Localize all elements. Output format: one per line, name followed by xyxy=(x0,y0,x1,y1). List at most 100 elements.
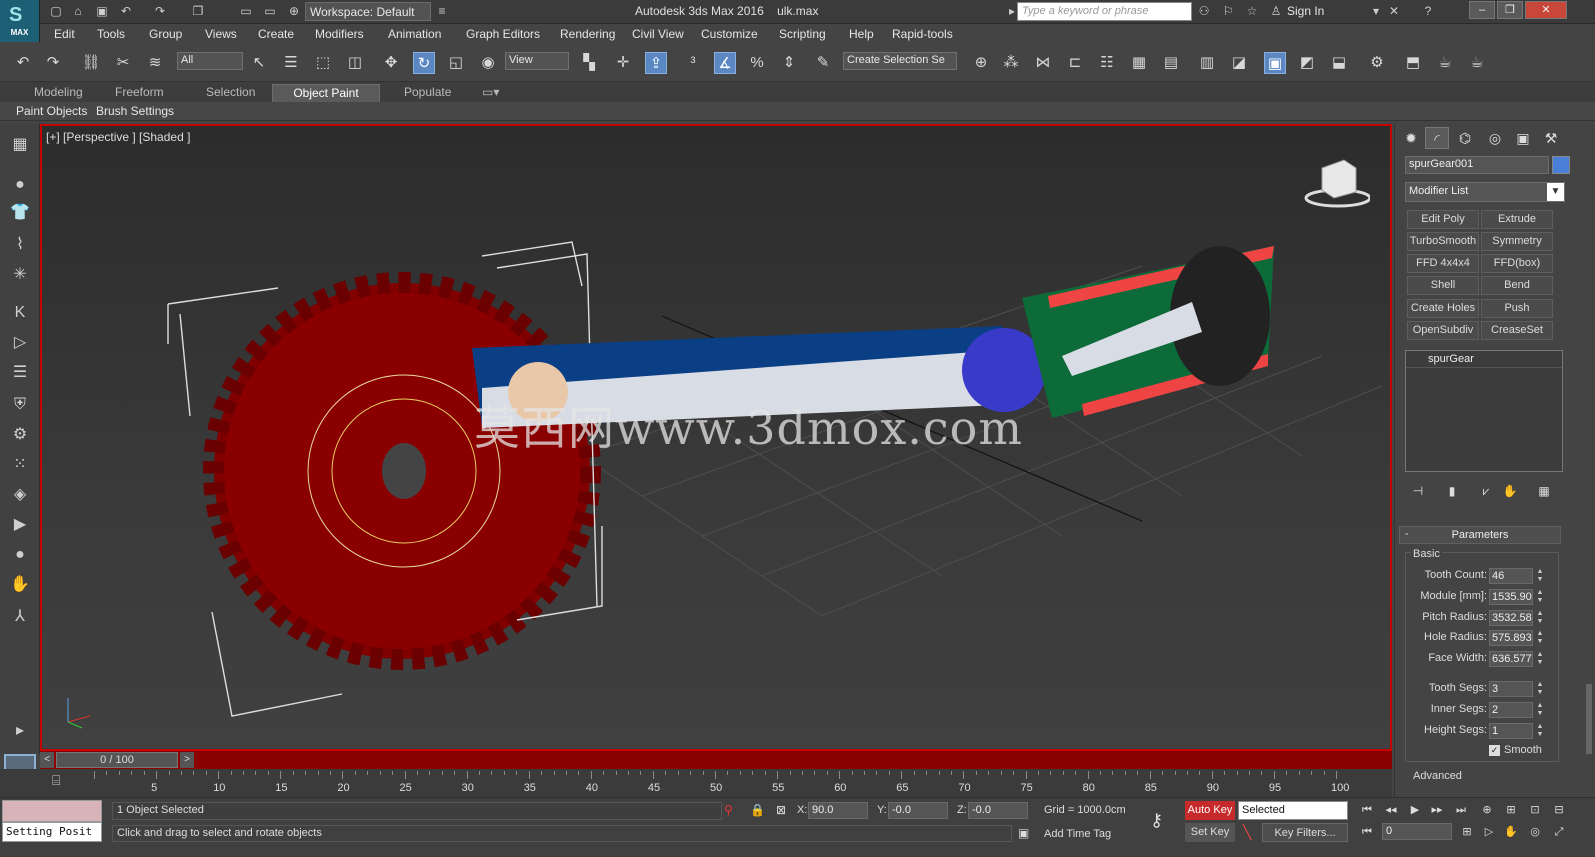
stack-item[interactable]: spurGear xyxy=(1406,352,1562,368)
spinner-icon[interactable]: ▲ ▼ xyxy=(1535,589,1545,605)
show-end-result-icon[interactable]: ▮ xyxy=(1443,482,1461,500)
menu-tools[interactable]: Tools xyxy=(97,27,125,41)
maximize-button[interactable]: ❐ xyxy=(1497,1,1523,19)
pan-view-icon[interactable]: ✋ xyxy=(1502,823,1520,841)
panel-paint-objects[interactable]: Paint Objects xyxy=(16,104,87,118)
zoom-all-icon[interactable]: ⊞ xyxy=(1502,801,1520,819)
tab-selection[interactable]: Selection xyxy=(198,84,263,102)
ribbon-options-icon[interactable]: ▭▾ xyxy=(474,84,507,102)
spinner-icon[interactable]: ▲ ▼ xyxy=(1535,651,1545,667)
mod-symmetry-button[interactable]: Symmetry xyxy=(1481,232,1553,251)
undo-icon[interactable]: ↶ xyxy=(118,4,134,19)
key-filters-button[interactable]: Key Filters... xyxy=(1262,823,1348,842)
favorites-star-icon[interactable]: ☆ xyxy=(1244,4,1260,19)
place-icon[interactable]: ◉ xyxy=(477,52,499,74)
key-mode-dropdown[interactable]: Selected xyxy=(1238,801,1348,820)
cloth-icon[interactable]: 👕 xyxy=(8,202,32,224)
spinner-icon[interactable]: ▲ ▼ xyxy=(1535,723,1545,739)
height-segs-field[interactable]: 1 xyxy=(1489,723,1533,739)
link-icon[interactable]: ⛓ xyxy=(80,52,102,74)
particles-icon[interactable]: ✳ xyxy=(8,264,32,286)
redo-icon[interactable]: ↷ xyxy=(42,52,64,74)
modifier-play-icon[interactable]: ▷ xyxy=(8,332,32,354)
tab-object-paint[interactable]: Object Paint xyxy=(272,84,380,102)
spinner-icon[interactable]: ▲ ▼ xyxy=(1535,610,1545,626)
viewport-label[interactable]: [+] [Perspective ] [Shaded ] xyxy=(46,130,190,144)
named-selection-set-dropdown[interactable]: Create Selection Se xyxy=(843,52,957,70)
axis-icon[interactable]: ⅄ xyxy=(8,606,32,628)
shield-icon[interactable]: ⛨ xyxy=(8,394,32,416)
collapse-icon[interactable]: - xyxy=(1405,528,1409,540)
window-icon[interactable]: ▭ xyxy=(238,4,254,19)
mod-edit-poly-button[interactable]: Edit Poly xyxy=(1407,210,1479,229)
rendered-frame-icon[interactable]: ◩ xyxy=(1296,52,1318,74)
window-crossing-icon[interactable]: ◫ xyxy=(344,52,366,74)
set-key-button[interactable]: Set Key xyxy=(1185,823,1235,842)
bind-spacewarp-icon[interactable]: ≋ xyxy=(144,52,166,74)
mod-push-button[interactable]: Push xyxy=(1481,299,1553,318)
menu-modifiers[interactable]: Modifiers xyxy=(315,27,364,41)
tooth-segs-field[interactable]: 3 xyxy=(1489,681,1533,697)
inner-segs-field[interactable]: 2 xyxy=(1489,702,1533,718)
help-search-input[interactable]: Type a keyword or phrase xyxy=(1017,2,1192,21)
expand-arrow-icon[interactable]: ▸ xyxy=(8,720,32,742)
menu-edit[interactable]: Edit xyxy=(54,27,75,41)
menu-customize[interactable]: Customize xyxy=(701,27,758,41)
mirror-target-icon[interactable]: ⊕ xyxy=(970,52,992,74)
go-to-end-icon[interactable]: ⏭ xyxy=(1452,801,1470,819)
next-key-icon[interactable]: ▸▸ xyxy=(1428,801,1446,819)
binoculars-icon[interactable]: ⚇ xyxy=(1196,4,1212,19)
key-icon[interactable]: ⚷ xyxy=(1150,810,1163,831)
hdri-icon[interactable]: ◈ xyxy=(8,484,32,506)
maxscript-output[interactable]: Setting Posit xyxy=(2,822,102,842)
field-of-view-icon[interactable]: ▷ xyxy=(1480,823,1498,841)
menu-rendering[interactable]: Rendering xyxy=(560,27,615,41)
workspace-dropdown[interactable]: Workspace: Default xyxy=(305,2,431,21)
snaps-toggle-icon[interactable]: ³ xyxy=(682,52,704,74)
add-time-tag[interactable]: Add Time Tag xyxy=(1044,828,1111,840)
isolate-icon[interactable]: ⚲ xyxy=(724,803,733,817)
pivot-center-icon[interactable]: ▚ xyxy=(578,52,600,74)
face-width-field[interactable]: 636.577 xyxy=(1489,651,1533,667)
curve-editor-icon[interactable]: ⌸ xyxy=(52,772,60,789)
menu-scripting[interactable]: Scripting xyxy=(779,27,826,41)
orbit-icon[interactable]: ● xyxy=(8,544,32,566)
tube-icon[interactable]: ⌇ xyxy=(8,234,32,256)
lock-icon[interactable]: 🔒 xyxy=(750,803,765,817)
mirror-icon[interactable]: ⋈ xyxy=(1032,52,1054,74)
module-field[interactable]: 1535.90 xyxy=(1489,589,1533,605)
track-bar[interactable] xyxy=(0,769,1392,797)
pin-stack-icon[interactable]: ⊣ xyxy=(1409,482,1427,500)
menu-civil-view[interactable]: Civil View xyxy=(632,27,684,41)
modifier-stack[interactable]: spurGear xyxy=(1405,350,1563,472)
set-key-icon[interactable]: ╲ xyxy=(1243,824,1251,841)
open-file-icon[interactable]: ⌂ xyxy=(70,4,86,19)
display-tab-icon[interactable]: ▣ xyxy=(1511,127,1535,149)
modifier-list-icon[interactable]: ☰ xyxy=(8,362,32,384)
spinner-snap-icon[interactable]: ⇕ xyxy=(778,52,800,74)
key-mode-toggle-icon[interactable]: ⏮ xyxy=(1358,823,1376,841)
x-coord-field[interactable]: 90.0 xyxy=(808,802,868,819)
move-icon[interactable]: ✥ xyxy=(380,52,402,74)
select-manipulate-icon[interactable]: ✛ xyxy=(612,52,634,74)
reference-coord-dropdown[interactable]: View xyxy=(505,52,569,70)
app-logo[interactable]: S MAX xyxy=(0,0,40,42)
align-icon[interactable]: ⊏ xyxy=(1064,52,1086,74)
panel-brush-settings[interactable]: Brush Settings xyxy=(96,104,174,118)
render-production-icon[interactable]: ⬓ xyxy=(1328,52,1350,74)
new-file-icon[interactable]: ▢ xyxy=(48,4,64,19)
gear-icon[interactable]: ⚙ xyxy=(8,424,32,446)
keyboard-shortcut-icon[interactable]: ⇪ xyxy=(645,52,667,74)
spinner-icon[interactable]: ▲ ▼ xyxy=(1535,681,1545,697)
hole-radius-field[interactable]: 575.893 xyxy=(1489,630,1533,646)
zoom-icon[interactable]: ⊕ xyxy=(1478,801,1496,819)
modifier-list-dropdown[interactable]: Modifier List xyxy=(1405,182,1565,202)
menu-graph-editors[interactable]: Graph Editors xyxy=(466,27,540,41)
auto-key-button[interactable]: Auto Key xyxy=(1185,801,1235,820)
target-icon[interactable]: ⊕ xyxy=(286,4,302,19)
time-slider-thumb[interactable]: 0 / 100 xyxy=(56,752,178,768)
zoom-extents-icon[interactable]: ⊡ xyxy=(1526,801,1544,819)
spinner-icon[interactable]: ▲ ▼ xyxy=(1535,702,1545,718)
render-online-icon[interactable]: ⚙ xyxy=(1366,52,1388,74)
curve-editor-icon[interactable]: ▤ xyxy=(1160,52,1182,74)
